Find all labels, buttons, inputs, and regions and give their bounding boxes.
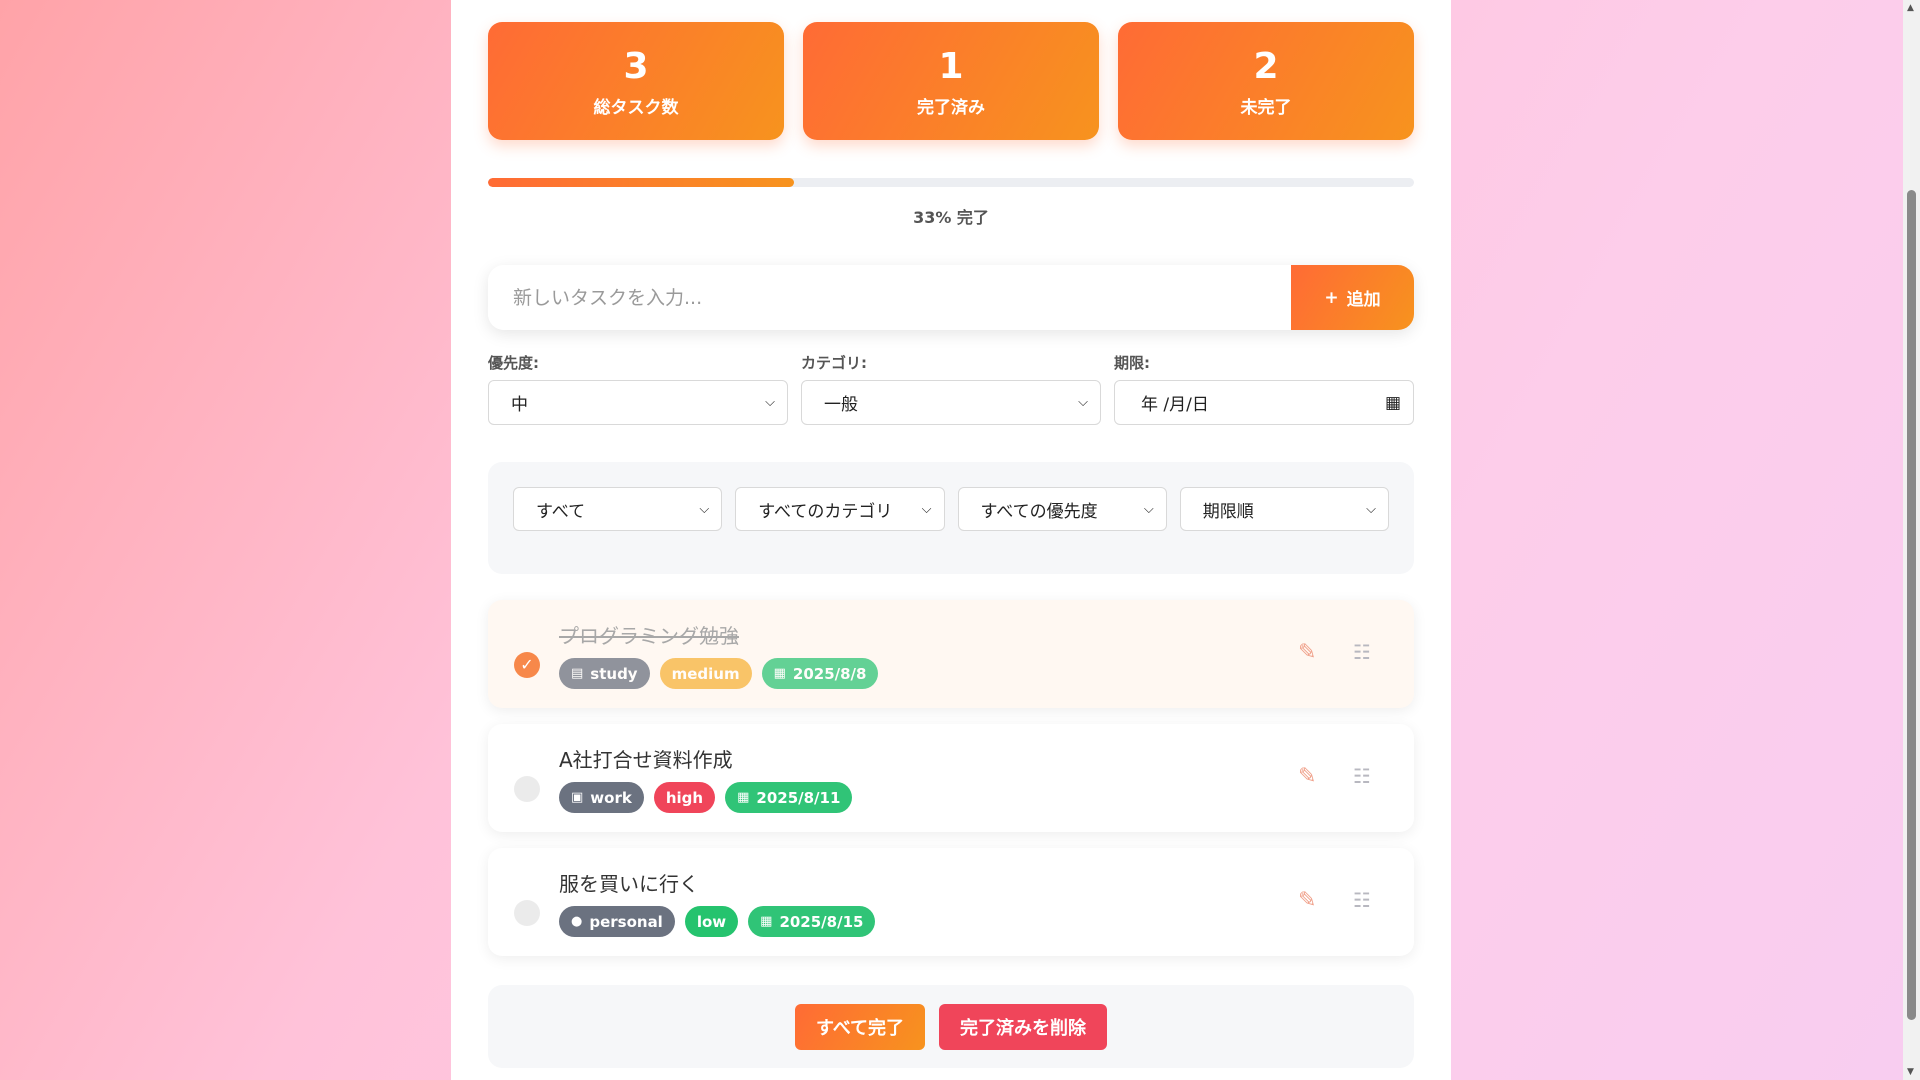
chevron-down-icon: ⌵	[921, 501, 932, 517]
priority-select[interactable]: 中 ⌵	[488, 380, 788, 425]
due-option: 期限: 年 /月/日 ▦	[1114, 352, 1414, 425]
task-item: ✓ プログラミング勉強 ▤ study medium ▦ 2025/8/8 ✎ …	[488, 600, 1414, 708]
chevron-down-icon: ⌵	[765, 395, 775, 410]
stat-total-value: 3	[623, 45, 649, 87]
task-item: A社打合せ資料作成 ▣ work high ▦ 2025/8/11 ✎ ☷	[488, 724, 1414, 832]
status-filter-value: すべて	[536, 501, 586, 522]
priority-tag: medium	[659, 658, 752, 689]
priority-tag: low	[684, 906, 739, 937]
priority-option: 優先度: 中 ⌵	[488, 352, 788, 425]
sort-value: 期限順	[1202, 501, 1254, 522]
task-options: 優先度: 中 ⌵ カテゴリ: 一般 ⌵ 期限: 年 /月/日 ▦	[488, 352, 1414, 425]
pencil-icon[interactable]: ✎	[1298, 764, 1316, 789]
stat-pending-label: 未完了	[1240, 97, 1292, 118]
task-title: 服を買いに行く	[559, 872, 699, 896]
due-tag: ▦ 2025/8/11	[725, 782, 853, 813]
calendar-icon[interactable]: ▦	[1385, 393, 1401, 413]
add-task-row: + 追加	[488, 265, 1414, 330]
due-tag-label: 2025/8/15	[779, 912, 864, 931]
task-checkbox[interactable]	[514, 776, 540, 802]
stat-pending-value: 2	[1253, 45, 1279, 87]
new-task-input[interactable]	[488, 265, 1291, 330]
priority-tag: high	[653, 782, 716, 813]
task-checkbox[interactable]: ✓	[514, 652, 540, 678]
books-icon: ▤	[571, 666, 584, 681]
add-task-button[interactable]: + 追加	[1291, 265, 1414, 330]
category-tag-label: personal	[589, 912, 663, 931]
category-select-value: 一般	[824, 395, 858, 415]
category-tag-label: study	[590, 664, 638, 683]
priority-select-value: 中	[511, 395, 528, 415]
task-tags: ● personal low ▦ 2025/8/15	[559, 906, 876, 937]
scroll-down-icon[interactable]: ▼	[1907, 1067, 1914, 1077]
stat-completed-value: 1	[938, 45, 964, 87]
category-tag: ▣ work	[559, 782, 644, 813]
category-tag: ● personal	[559, 906, 675, 937]
due-tag: ▦ 2025/8/8	[761, 658, 879, 689]
pencil-icon[interactable]: ✎	[1298, 640, 1316, 665]
sort-select[interactable]: 期限順 ⌵	[1179, 487, 1389, 531]
pencil-icon[interactable]: ✎	[1298, 888, 1316, 913]
stat-total-label: 総タスク数	[593, 97, 679, 118]
chevron-down-icon: ⌵	[1366, 501, 1376, 517]
priority-label: 優先度:	[488, 354, 539, 372]
filter-bar: すべて ⌵ すべてのカテゴリ ⌵ すべての優先度 ⌵ 期限順 ⌵	[488, 462, 1414, 574]
stat-total: 3 総タスク数	[488, 22, 784, 140]
due-date-value: 年 /月/日	[1141, 395, 1209, 415]
due-tag-label: 2025/8/11	[756, 788, 841, 807]
scrollbar-thumb[interactable]	[1907, 190, 1916, 1020]
complete-all-button[interactable]: すべて完了	[794, 1003, 926, 1050]
person-icon: ●	[571, 914, 583, 929]
chevron-down-icon: ⌵	[1143, 501, 1154, 517]
priority-filter-value: すべての優先度	[980, 501, 1098, 522]
plus-icon: +	[1324, 287, 1339, 308]
page-scrollbar[interactable]: ▲ ▼	[1903, 0, 1920, 1080]
task-title: プログラミング勉強	[559, 624, 739, 648]
task-item: 服を買いに行く ● personal low ▦ 2025/8/15 ✎ ☷	[488, 848, 1414, 956]
trash-icon[interactable]: ☷	[1353, 764, 1371, 788]
category-filter-value: すべてのカテゴリ	[758, 501, 893, 522]
delete-completed-button[interactable]: 完了済みを削除	[939, 1003, 1108, 1050]
trash-icon[interactable]: ☷	[1353, 888, 1371, 912]
priority-filter-select[interactable]: すべての優先度 ⌵	[957, 487, 1167, 531]
category-tag: ▤ study	[559, 658, 650, 689]
task-checkbox[interactable]	[514, 900, 540, 926]
app-card: 3 総タスク数 1 完了済み 2 未完了 33% 完了 + 追加 優先度: 中 …	[451, 0, 1451, 1080]
stats-row: 3 総タスク数 1 完了済み 2 未完了	[488, 22, 1414, 140]
scroll-up-icon[interactable]: ▲	[1907, 3, 1914, 13]
due-tag: ▦ 2025/8/15	[748, 906, 876, 937]
briefcase-icon: ▣	[571, 790, 584, 805]
progress-text: 33% 完了	[913, 208, 989, 227]
category-select[interactable]: 一般 ⌵	[801, 380, 1101, 425]
task-tags: ▤ study medium ▦ 2025/8/8	[559, 658, 879, 689]
calendar-icon: ▦	[760, 914, 773, 929]
chevron-down-icon: ⌵	[699, 501, 710, 517]
stat-completed: 1 完了済み	[803, 22, 1099, 140]
category-label: カテゴリ:	[801, 354, 867, 372]
stat-pending: 2 未完了	[1118, 22, 1414, 140]
category-option: カテゴリ: 一般 ⌵	[801, 352, 1101, 425]
task-tags: ▣ work high ▦ 2025/8/11	[559, 782, 853, 813]
category-filter-select[interactable]: すべてのカテゴリ ⌵	[735, 487, 945, 531]
trash-icon[interactable]: ☷	[1353, 640, 1371, 664]
stat-completed-label: 完了済み	[917, 97, 985, 118]
due-label: 期限:	[1114, 354, 1150, 372]
calendar-icon: ▦	[737, 790, 750, 805]
due-tag-label: 2025/8/8	[792, 664, 867, 683]
bulk-actions: すべて完了 完了済みを削除	[488, 985, 1414, 1068]
add-button-label: 追加	[1346, 290, 1381, 310]
category-tag-label: work	[590, 788, 632, 807]
calendar-icon: ▦	[773, 666, 786, 681]
chevron-down-icon: ⌵	[1078, 395, 1088, 410]
task-title: A社打合せ資料作成	[559, 748, 733, 772]
progress-bar	[488, 178, 1414, 187]
due-date-input[interactable]: 年 /月/日 ▦	[1114, 380, 1414, 425]
status-filter-select[interactable]: すべて ⌵	[513, 487, 723, 531]
progress-fill	[488, 178, 794, 187]
